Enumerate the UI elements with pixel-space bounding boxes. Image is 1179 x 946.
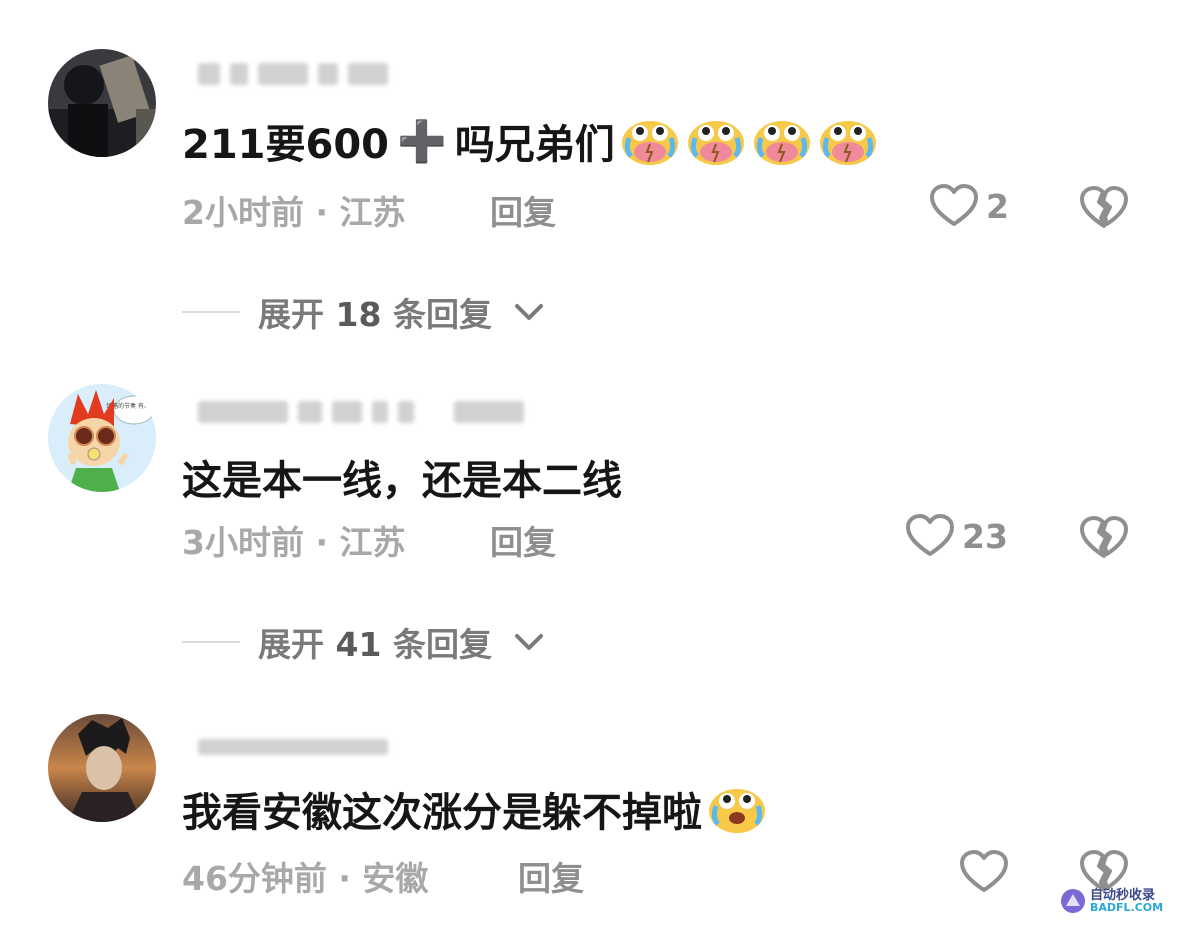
username-obscured[interactable]: [198, 738, 388, 756]
expand-label: 展开: [258, 625, 324, 664]
expand-count: 41: [335, 625, 382, 664]
like-button[interactable]: 2: [930, 184, 1009, 228]
username-obscured[interactable]: [198, 398, 524, 426]
expand-count: 18: [335, 295, 382, 334]
comment-meta: 46分钟前 · 安徽: [182, 859, 429, 898]
like-button[interactable]: 23: [906, 514, 1008, 558]
avatar[interactable]: [48, 714, 156, 822]
comment-text: 这是本一线，还是本二线: [182, 458, 622, 504]
avatar[interactable]: 领略的节奏 有木有？: [48, 384, 156, 492]
watermark: 自动秒收录 BADFL.COM: [1060, 888, 1163, 914]
comment-text-head: 211要600: [182, 122, 389, 168]
dislike-button[interactable]: [1080, 186, 1128, 234]
comment-meta: 3小时前 · 江苏: [182, 523, 406, 562]
reply-button[interactable]: 回复: [490, 516, 556, 564]
reply-button[interactable]: 回复: [518, 852, 584, 900]
reply-button[interactable]: 回复: [490, 186, 556, 234]
watermark-en: BADFL.COM: [1090, 901, 1164, 914]
heart-outline-icon: [960, 850, 1008, 892]
comment-meta: 2小时前 · 江苏: [182, 193, 406, 232]
expand-replies-button[interactable]: 展开 41 条回复: [182, 618, 544, 666]
divider-line: [182, 641, 240, 643]
comment-text: 211要600 ➕ 吗兄弟们: [182, 112, 877, 170]
emoji-group: [621, 116, 877, 166]
crying-face-emoji-icon: [819, 121, 876, 165]
dislike-button[interactable]: [1080, 516, 1128, 564]
expand-replies-button[interactable]: 展开 18 条回复: [182, 288, 544, 336]
crying-face-emoji-icon: [753, 121, 810, 165]
divider-line: [182, 311, 240, 313]
broken-heart-icon: [1080, 516, 1128, 558]
comment-text-body: 我看安徽这次涨分是躲不掉啦: [182, 790, 702, 836]
expand-suffix: 条回复: [392, 625, 492, 664]
plus-icon: ➕: [397, 118, 447, 165]
comment-text: 我看安徽这次涨分是躲不掉啦: [182, 780, 766, 838]
crying-face-emoji-icon: [687, 121, 744, 165]
like-button[interactable]: [960, 850, 1016, 894]
chevron-down-icon: [514, 304, 543, 320]
like-count: 23: [962, 516, 1008, 556]
broken-heart-icon: [1080, 186, 1128, 228]
watermark-logo-icon: [1061, 889, 1085, 913]
expand-suffix: 条回复: [392, 295, 492, 334]
comment-text-tail: 吗兄弟们: [454, 122, 615, 168]
chevron-down-icon: [514, 634, 543, 650]
like-count: 2: [986, 186, 1009, 226]
crying-face-emoji-icon: [621, 121, 678, 165]
avatar[interactable]: [48, 49, 156, 157]
username-obscured[interactable]: [198, 60, 388, 88]
crying-face-emoji-icon: [709, 789, 765, 833]
heart-outline-icon: [906, 514, 954, 556]
heart-outline-icon: [930, 184, 978, 226]
expand-label: 展开: [258, 295, 324, 334]
